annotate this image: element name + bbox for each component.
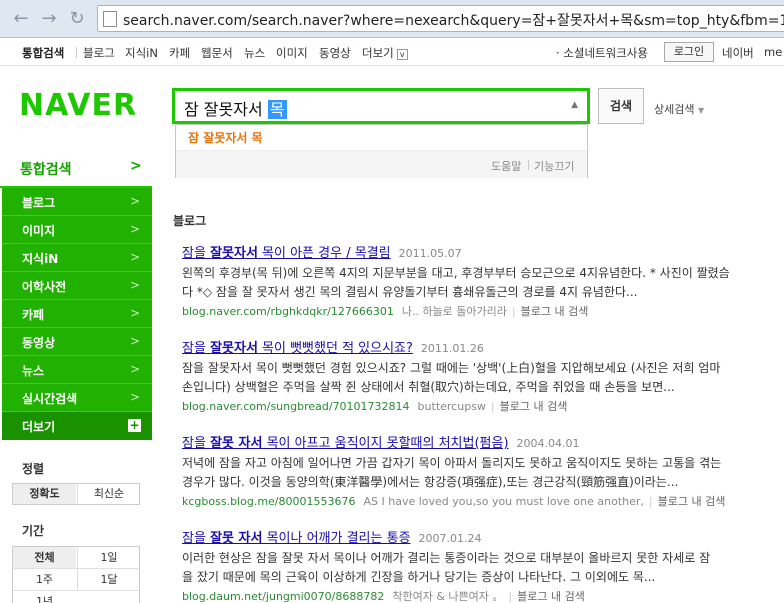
sidebar-item-video[interactable]: 동영상 > — [2, 328, 152, 356]
chevron-right-icon: > — [130, 306, 141, 320]
period-1day[interactable]: 1일 — [77, 547, 140, 568]
period-1month[interactable]: 1달 — [77, 569, 140, 590]
social-network-link[interactable]: · 소셜네트워크사용 — [556, 45, 648, 61]
result-title[interactable]: 잠을 잘못자서 목이 뻣뻣했던 적 있으시죠? — [182, 341, 413, 356]
search-result: 잠을 잘못 자서 목이나 어깨가 결리는 통증 2007.01.24 이러한 현상… — [182, 527, 782, 603]
sidebar-item-image[interactable]: 이미지 > — [2, 216, 152, 244]
nav-cafe[interactable]: 카페 — [169, 45, 190, 61]
sidebar-integrated[interactable]: 통합검색 > — [0, 148, 152, 188]
result-url[interactable]: blog.naver.com/rbghkdqkr/127666301 — [182, 305, 394, 318]
blog-search-link[interactable]: 블로그 내 검색 — [500, 400, 568, 413]
result-date: 2007.01.24 — [418, 532, 482, 545]
sidebar: 블로그 > 이미지 > 지식iN > 어학사전 > 카페 > 동영상 > 뉴스 > 실시간검색… — [2, 188, 152, 440]
result-description: 잠을 잘못자서 목이 뻣뻣했던 경험 있으시죠? 그럴 때에는 '상백'(上白)… — [182, 361, 721, 394]
sidebar-item-news[interactable]: 뉴스 > — [2, 356, 152, 384]
result-date: 2011.01.26 — [420, 342, 484, 355]
period-all[interactable]: 전체 — [13, 547, 76, 568]
search-result: 잠을 잘못자서 목이 뻣뻣했던 적 있으시죠? 2011.01.26 잠을 잘못자… — [182, 337, 782, 414]
chevron-right-icon: > — [130, 334, 141, 348]
result-description: 왼쪽의 후경부(목 뒤)에 오른쪽 4지의 지문부분을 대고, 후경부부터 승모… — [182, 266, 730, 299]
chevron-down-icon: v — [396, 49, 408, 60]
sort-accuracy[interactable]: 정확도 — [13, 484, 76, 504]
page-icon — [103, 11, 117, 27]
help-link[interactable]: 도움말 — [491, 158, 521, 174]
search-query-selected: 목 — [267, 100, 287, 119]
refresh-icon[interactable]: ↻ — [66, 8, 88, 30]
nav-video[interactable]: 동영상 — [319, 45, 351, 61]
search-result: 잠을 잘못자서 목이 아픈 경우 / 목결림 2011.05.07 왼쪽의 후경부… — [182, 242, 782, 319]
disable-feature-link[interactable]: 기능끄기 — [534, 158, 574, 174]
sidebar-item-more[interactable]: 더보기 + — [2, 412, 152, 440]
search-query-text: 잠 잘못자서 — [184, 100, 268, 119]
sidebar-item-blog[interactable]: 블로그 > — [2, 188, 152, 216]
result-date: 2011.05.07 — [398, 247, 462, 260]
chevron-right-icon: > — [130, 194, 141, 208]
result-url[interactable]: blog.naver.com/sungbread/70101732814 — [182, 400, 410, 413]
blog-search-link[interactable]: 블로그 내 검색 — [521, 305, 589, 318]
naver-me-link[interactable]: 네이버 — [722, 45, 754, 61]
result-title[interactable]: 잠을 잘못 자서 목이나 어깨가 결리는 통증 — [182, 531, 411, 546]
period-options: 전체 1일 1주 1달 1년 — [12, 546, 140, 603]
result-date: 2004.04.01 — [516, 437, 580, 450]
result-author[interactable]: 나.. 하늘로 돌아가리라 — [402, 305, 507, 318]
search-button[interactable]: 검색 — [598, 88, 644, 124]
nav-kin[interactable]: 지식iN — [125, 45, 158, 61]
search-result: 잠을 잘못 자서 목이 아프고 움직이지 못할때의 처치법(펌음) 2004.04… — [182, 432, 782, 509]
nav-webdoc[interactable]: 웹문서 — [201, 45, 233, 61]
naver-logo[interactable]: NAVER — [19, 88, 137, 123]
sidebar-item-cafe[interactable]: 카페 > — [2, 300, 152, 328]
chevron-right-icon: > — [130, 390, 141, 404]
result-url[interactable]: blog.daum.net/jungmi0070/8688782 — [182, 590, 384, 603]
sidebar-item-dictionary[interactable]: 어학사전 > — [2, 272, 152, 300]
period-1week[interactable]: 1주 — [13, 569, 76, 590]
nav-blog[interactable]: 블로그 — [83, 45, 115, 61]
back-arrow-icon[interactable]: ← — [10, 8, 32, 30]
sort-options: 정확도 최신순 — [12, 483, 140, 505]
search-input[interactable]: 잠 잘못자서 목 ▲ — [172, 88, 590, 124]
chevron-right-icon: > — [130, 362, 141, 376]
chevron-right-icon: > — [130, 278, 141, 292]
autocomplete-dropdown: 잠 잘못자서 목 도움말 기능끄기 — [175, 124, 588, 178]
login-button[interactable]: 로그인 — [664, 42, 714, 62]
result-description: 이러한 현상은 잠을 잘못 자서 목이나 어깨가 결리는 통증이라는 것으로 대… — [182, 551, 711, 584]
result-title[interactable]: 잠을 잘못자서 목이 아픈 경우 / 목결림 — [182, 246, 391, 261]
forward-arrow-icon[interactable]: → — [38, 8, 60, 30]
browser-toolbar: ← → ↻ search.naver.com/search.naver?wher… — [0, 0, 784, 38]
result-author[interactable]: AS I have loved you,so you must love one… — [364, 495, 644, 508]
autocomplete-suggestion[interactable]: 잠 잘못자서 목 — [188, 129, 263, 146]
blog-search-link[interactable]: 블로그 내 검색 — [658, 495, 726, 508]
result-title[interactable]: 잠을 잘못 자서 목이 아프고 움직이지 못할때의 처치법(펌음) — [182, 436, 509, 451]
period-1year[interactable]: 1년 — [13, 591, 76, 603]
chevron-right-icon: > — [130, 250, 141, 264]
nav-news[interactable]: 뉴스 — [244, 45, 265, 61]
chevron-right-icon: > — [130, 222, 141, 236]
sort-title: 정렬 — [22, 462, 45, 476]
result-description: 저녁에 잠을 자고 아침에 일어나면 가끔 갑자기 목이 아파서 돌리지도 못하… — [182, 456, 722, 489]
url-text[interactable]: search.naver.com/search.naver?where=nexe… — [123, 10, 784, 30]
me-link[interactable]: me — [764, 45, 782, 59]
sort-latest[interactable]: 최신순 — [77, 484, 140, 504]
result-author[interactable]: buttercupsw — [418, 400, 486, 413]
address-bar[interactable]: search.naver.com/search.naver?where=nexe… — [97, 5, 784, 32]
sidebar-item-kin[interactable]: 지식iN > — [2, 244, 152, 272]
nav-integrated[interactable]: 통합검색 — [22, 45, 64, 61]
plus-icon: + — [128, 418, 141, 432]
sidebar-item-realtime[interactable]: 실시간검색 > — [2, 384, 152, 412]
nav-image[interactable]: 이미지 — [276, 45, 308, 61]
top-navigation: 통합검색 블로그 지식iN 카페 웹문서 뉴스 이미지 동영상 더보기 v · 소… — [0, 39, 784, 66]
result-url[interactable]: kcgboss.blog.me/80001553676 — [182, 495, 356, 508]
detail-search-link[interactable]: 상세검색 ▼ — [654, 101, 704, 117]
section-title-blog: 블로그 — [173, 214, 207, 228]
autocomplete-toggle-icon[interactable]: ▲ — [571, 100, 578, 110]
period-title: 기간 — [22, 524, 45, 538]
blog-search-link[interactable]: 블로그 내 검색 — [517, 590, 585, 603]
result-author[interactable]: 착한여자 & 나쁜여자 。 — [392, 590, 503, 603]
nav-more[interactable]: 더보기 v — [362, 45, 408, 61]
chevron-right-icon: > — [130, 158, 142, 174]
